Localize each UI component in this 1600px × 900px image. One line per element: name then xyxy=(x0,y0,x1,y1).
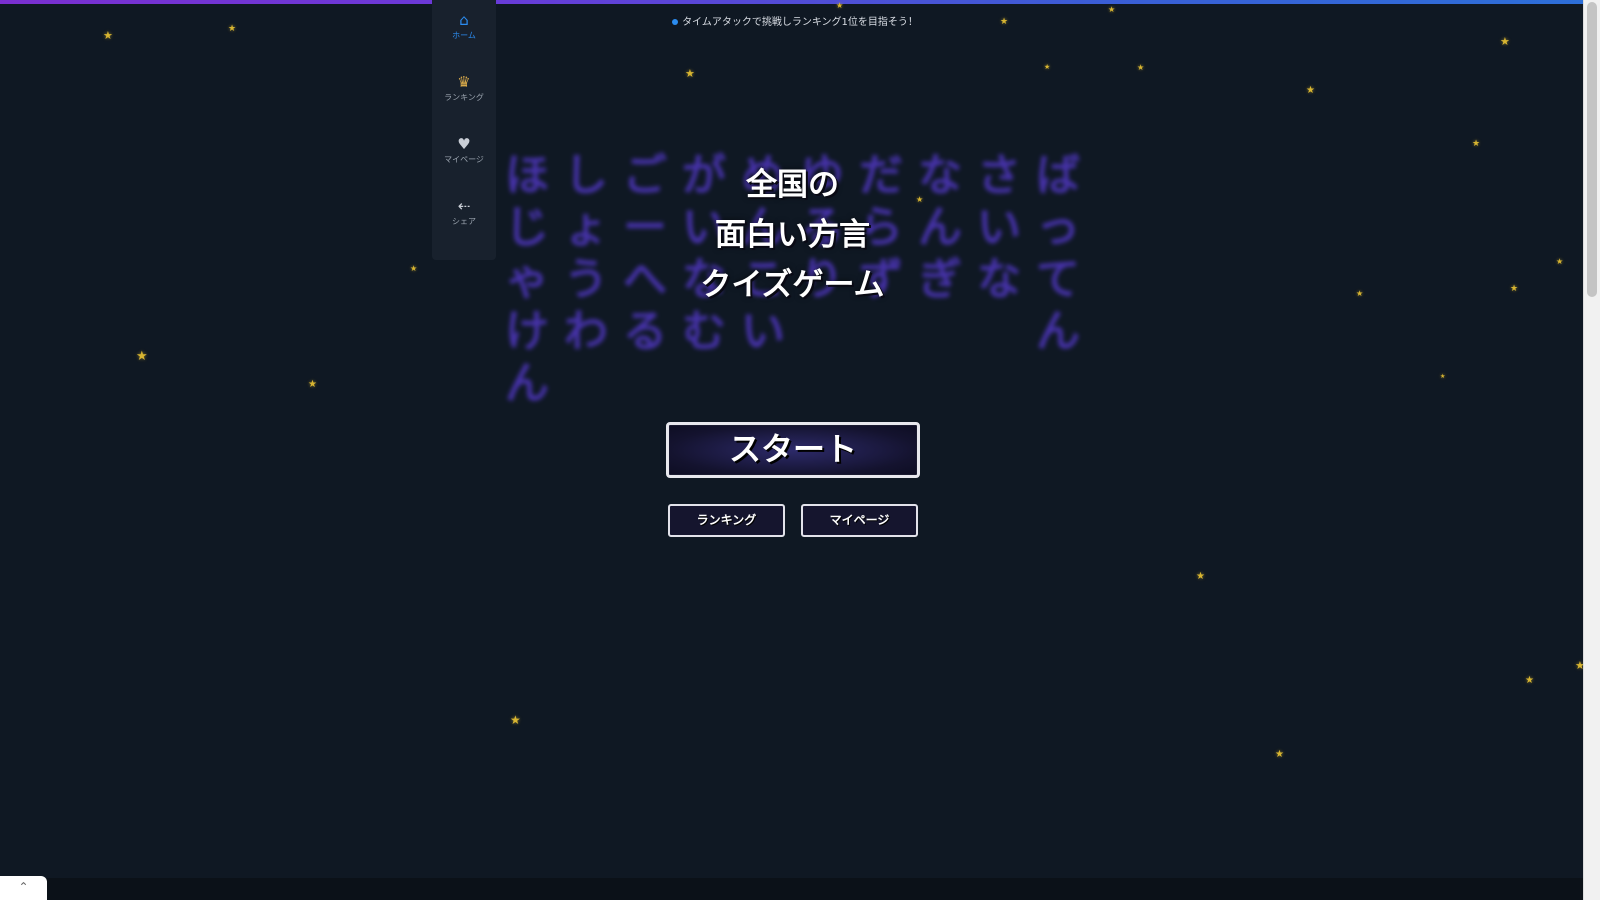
sidebar-item-share[interactable]: ⇠ シェア xyxy=(432,190,496,248)
star-icon: ★ xyxy=(1275,749,1284,760)
game-screen: ★ ★ ★ ★ ★ ★ ★ ★ ★ ★ ★ ★ ★ ★ ★ ★ ★ ★ ★ ★ ★ ★ ★ ★ ほじゃけん しょうわ ごーへる… xyxy=(0,0,1583,900)
heart-icon: ♥ xyxy=(457,135,471,153)
star-icon: ★ xyxy=(1556,257,1564,266)
star-icon: ★ xyxy=(1500,35,1510,48)
star-icon: ★ xyxy=(1196,571,1205,582)
crown-icon: ♛ xyxy=(457,73,471,91)
sidebar-item-label: ホーム xyxy=(452,31,476,40)
star-icon: ★ xyxy=(308,379,317,390)
share-icon: ⇠ xyxy=(457,197,471,215)
star-icon: ★ xyxy=(103,29,113,42)
star-icon: ★ xyxy=(1575,659,1583,672)
back-to-top-button[interactable]: ⌃ xyxy=(0,876,47,900)
sidebar-item-ranking[interactable]: ♛ ランキング xyxy=(432,66,496,124)
star-icon: ★ xyxy=(1000,17,1009,27)
sidebar-item-label: マイページ xyxy=(444,155,484,164)
home-icon: ⌂ xyxy=(459,11,469,29)
star-icon: ★ xyxy=(1440,373,1446,380)
glyph-column: ほじゃけん xyxy=(505,150,549,409)
page-scrollbar[interactable] xyxy=(1583,0,1600,900)
sidebar-item-label: ランキング xyxy=(444,93,484,102)
star-icon: ★ xyxy=(1044,63,1051,71)
sidebar-item-label: シェア xyxy=(452,217,476,226)
star-icon: ★ xyxy=(1108,5,1116,14)
glyph-column: しょうわ xyxy=(564,150,608,357)
star-icon: ★ xyxy=(136,349,148,364)
sidebar-nav: ⌂ ホーム ♛ ランキング ♥ マイページ ⇠ シェア xyxy=(432,0,496,260)
sidebar-item-mypage[interactable]: ♥ マイページ xyxy=(432,128,496,186)
footer-band xyxy=(0,878,1583,900)
title-line: 面白い方言 xyxy=(715,217,870,253)
star-icon: ★ xyxy=(1306,85,1315,96)
sidebar-item-home[interactable]: ⌂ ホーム xyxy=(432,4,496,62)
chevron-up-icon: ⌃ xyxy=(18,880,29,894)
star-icon: ★ xyxy=(836,1,844,10)
game-title: 全国の 面白い方言 クイズゲーム xyxy=(660,160,925,310)
announcement-ticker: タイムアタックで挑戦しランキング1位を目指そう！ xyxy=(600,14,990,32)
star-icon: ★ xyxy=(1137,63,1145,72)
title-line: 全国の xyxy=(746,167,839,203)
star-icon: ★ xyxy=(1472,139,1481,149)
star-icon: ★ xyxy=(1510,284,1519,294)
glyph-column: さいな xyxy=(977,150,1021,305)
mypage-button[interactable]: マイページ xyxy=(801,504,918,537)
ticker-bullet-icon xyxy=(672,19,679,25)
scrollbar-thumb[interactable] xyxy=(1587,2,1597,297)
start-button[interactable]: スタート xyxy=(666,422,920,478)
star-icon: ★ xyxy=(410,264,418,273)
star-icon: ★ xyxy=(1356,289,1364,298)
ticker-text: タイムアタックで挑戦しランキング1位を目指そう！ xyxy=(682,17,918,28)
top-accent-stripe xyxy=(0,0,1583,4)
title-line: クイズゲーム xyxy=(700,267,885,303)
glyph-column: ばってん xyxy=(1036,150,1080,357)
star-icon: ★ xyxy=(685,67,695,80)
star-icon: ★ xyxy=(1525,675,1534,686)
star-icon: ★ xyxy=(228,24,237,34)
ranking-button[interactable]: ランキング xyxy=(668,504,785,537)
